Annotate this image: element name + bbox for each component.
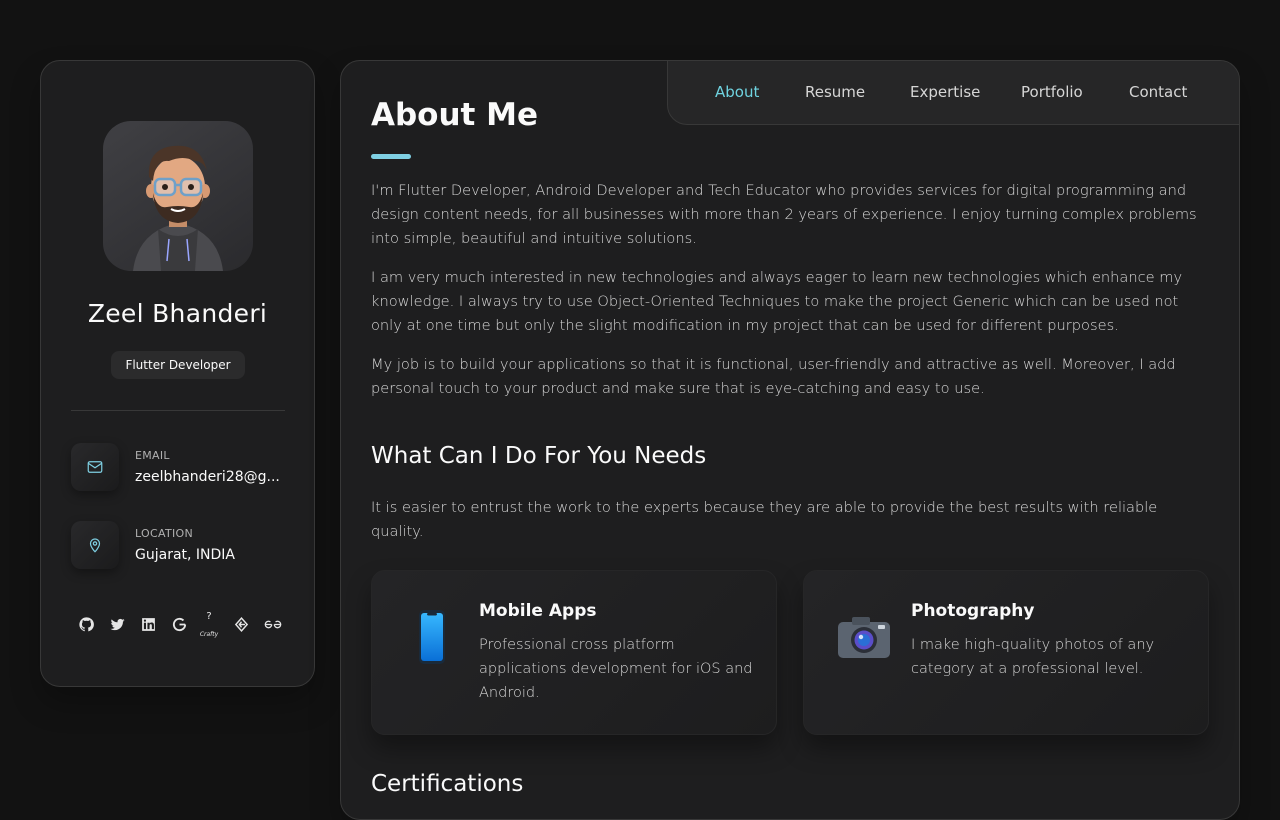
location-value: Gujarat, INDIA bbox=[135, 547, 236, 563]
location-title: LOCATION bbox=[135, 527, 193, 540]
contact-location: LOCATION Gujarat, INDIA bbox=[71, 521, 291, 569]
service-text: Professional cross platform applications… bbox=[479, 637, 753, 701]
profile-sidebar: Zeel Bhanderi Flutter Developer EMAIL ze… bbox=[40, 60, 315, 687]
title-underline bbox=[371, 154, 411, 159]
nav-portfolio[interactable]: Portfolio bbox=[1021, 83, 1083, 101]
about-paragraph-3: My job is to build your applications so … bbox=[371, 356, 1176, 397]
avatar bbox=[103, 121, 253, 271]
email-link[interactable]: zeelbhanderi28@g... bbox=[135, 469, 280, 485]
service-text: I make high-quality photos of any catego… bbox=[911, 637, 1155, 677]
service-card-photography: Photography I make high-quality photos o… bbox=[803, 570, 1209, 735]
social-links: ? Crafty bbox=[77, 611, 287, 645]
linkedin-icon[interactable] bbox=[139, 615, 157, 633]
nav-expertise[interactable]: Expertise bbox=[910, 83, 980, 101]
camera-icon bbox=[834, 607, 894, 667]
nav-resume[interactable]: Resume bbox=[805, 83, 865, 101]
services-intro: It is easier to entrust the work to the … bbox=[371, 499, 1158, 540]
navbar: About Resume Expertise Portfolio Contact bbox=[667, 61, 1239, 125]
main-content: About Resume Expertise Portfolio Contact… bbox=[340, 60, 1240, 820]
services-heading: What Can I Do For You Needs bbox=[371, 443, 707, 469]
service-title: Mobile Apps bbox=[479, 601, 597, 621]
smartphone-icon bbox=[402, 607, 462, 667]
service-title: Photography bbox=[911, 601, 1035, 621]
geeksforgeeks-icon[interactable] bbox=[264, 615, 282, 633]
google-icon[interactable] bbox=[170, 615, 188, 633]
role-badge: Flutter Developer bbox=[111, 351, 245, 379]
memoji-avatar-icon bbox=[133, 145, 223, 271]
about-paragraph-1: I'm Flutter Developer, Android Developer… bbox=[371, 182, 1197, 247]
about-paragraph-2: I am very much interested in new technol… bbox=[371, 269, 1183, 334]
contact-email: EMAIL zeelbhanderi28@g... bbox=[71, 443, 291, 491]
nav-contact[interactable]: Contact bbox=[1129, 83, 1187, 101]
mail-icon bbox=[71, 443, 119, 491]
elephant-icon[interactable] bbox=[232, 615, 250, 633]
github-icon[interactable] bbox=[77, 615, 95, 633]
certifications-heading: Certifications bbox=[371, 771, 524, 797]
page-title: About Me bbox=[371, 97, 539, 133]
twitter-icon[interactable] bbox=[108, 615, 126, 633]
email-title: EMAIL bbox=[135, 449, 170, 462]
nav-about[interactable]: About bbox=[715, 83, 759, 101]
sidebar-separator bbox=[71, 410, 285, 411]
crafty-icon[interactable]: ? Crafty bbox=[198, 607, 220, 641]
profile-name: Zeel Bhanderi bbox=[87, 299, 268, 328]
location-pin-icon bbox=[71, 521, 119, 569]
service-card-mobile-apps: Mobile Apps Professional cross platform … bbox=[371, 570, 777, 735]
